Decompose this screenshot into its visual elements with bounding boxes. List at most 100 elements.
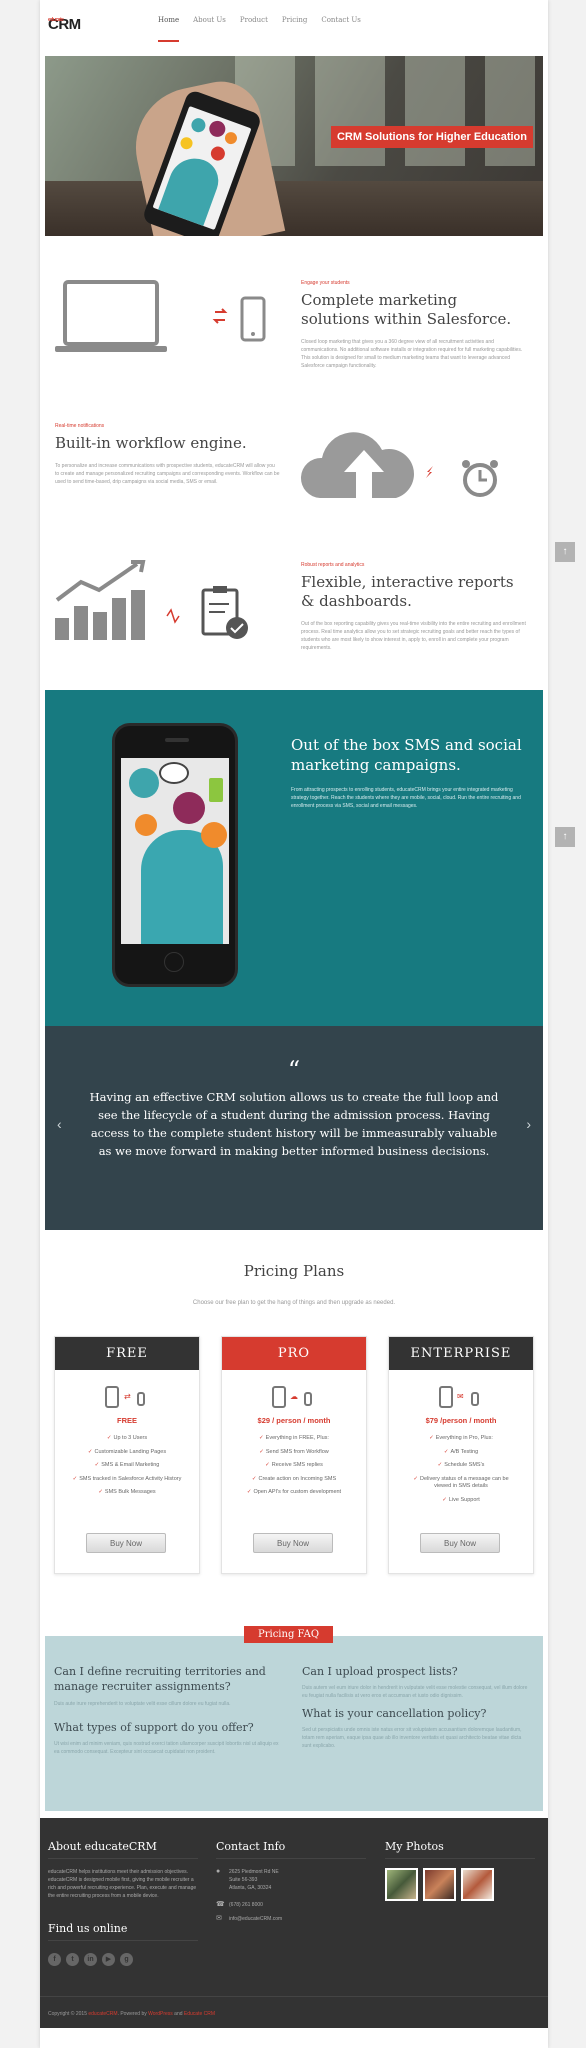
prev-arrow-icon[interactable]: ‹: [57, 1116, 62, 1132]
plan-features: ✓ Everything in Pro, Plus: ✓ A/B Testing ✓…: [389, 1432, 533, 1507]
footer-find-title: Find us online: [48, 1922, 128, 1935]
plan-feature: ✓ Open API's for custom development: [246, 1489, 342, 1495]
wordpress-link[interactable]: WordPress: [148, 2011, 173, 2017]
page: educate CRM Home About Us Product Pricing…: [40, 0, 548, 2048]
laptop-icon: [55, 280, 266, 352]
plan-feature: ✓ SMS & Email Marketing: [94, 1462, 160, 1468]
bar-chart-icon: [55, 560, 248, 640]
address-line: Atlanta, GA, 30324: [229, 1885, 272, 1891]
footer-phone: (678) 261 8000: [229, 1902, 263, 1908]
plan-feature: ✓ Live Support: [442, 1496, 480, 1503]
plan-price: $29 / person / month: [257, 1416, 331, 1425]
hero-slider: CRM Solutions for Higher Education: [45, 56, 543, 236]
feature-title: Complete marketing solutions within Sale…: [301, 291, 512, 328]
copyright: Copyright © 2015 educateCRM. Powered by …: [48, 2011, 216, 2017]
footer-email[interactable]: info@educateCRM.com: [229, 1915, 282, 1923]
devices-icon: ✉: [389, 1382, 533, 1416]
plan-feature: ✓ Create action on Incoming SMS: [251, 1475, 337, 1482]
faq-question: Can I define recruiting territories and …: [54, 1665, 266, 1693]
feature-title: Built-in workflow engine.: [55, 434, 247, 452]
address-line: Suite 56-393: [229, 1877, 258, 1883]
plan-features: ✓ Everything in FREE, Plus: ✓ Send SMS fro…: [222, 1432, 366, 1500]
plan-feature: ✓ Delivery status of a message can be vie…: [413, 1475, 509, 1490]
sms-text: From attracting prospects to enrolling s…: [291, 787, 521, 809]
feature-title: Flexible, interactive reports & dashboar…: [301, 573, 514, 610]
buy-now-button[interactable]: Buy Now: [253, 1533, 333, 1553]
plan-feature: ✓ Schedule SMS's: [437, 1462, 485, 1468]
testimonial-slider: “ Having an effective CRM solution allow…: [45, 1026, 543, 1230]
pricing-title: Pricing Plans: [243, 1262, 345, 1280]
plan-feature: ✓ SMS Bulk Messages: [98, 1489, 156, 1495]
plan-card-enterprise: ENTERPRISE ✉ $79 /person / month ✓ Everyt…: [388, 1336, 534, 1574]
twitter-icon[interactable]: t: [66, 1953, 79, 1966]
footer-photo[interactable]: [385, 1868, 418, 1901]
laptop-phone-illustration: [55, 278, 295, 358]
hero-window: [485, 56, 535, 166]
plan-feature: ✓ A/B Testing: [443, 1448, 479, 1455]
theme-link[interactable]: Educate CRM: [184, 2011, 215, 2017]
linkedin-icon[interactable]: in: [84, 1953, 97, 1966]
plan-name: ENTERPRISE: [389, 1337, 533, 1370]
plan-feature: ✓ Up to 3 Users: [106, 1435, 148, 1441]
scroll-top-arrow-icon[interactable]: ↑: [555, 827, 575, 847]
faq-answer: Duis autem vel eum iriure dolor in hendr…: [302, 1685, 528, 1699]
plan-feature: ✓ Customizable Landing Pages: [87, 1448, 167, 1455]
quote-icon: “: [287, 1056, 301, 1084]
footer-about-title: About educateCRM: [48, 1840, 157, 1853]
next-arrow-icon[interactable]: ›: [526, 1116, 531, 1132]
smartphone-image: [112, 723, 238, 987]
plan-price: FREE: [116, 1416, 137, 1425]
googleplus-icon[interactable]: g: [120, 1953, 133, 1966]
nav-contact-us[interactable]: Contact Us: [321, 16, 361, 42]
plan-card-pro: PRO ☁ $29 / person / month ✓ Everything i…: [221, 1336, 367, 1574]
address-line: 2625 Piedmont Rd NE: [229, 1869, 279, 1875]
facebook-icon[interactable]: f: [48, 1953, 61, 1966]
sms-section: Out of the box SMS and social marketing …: [45, 690, 543, 1026]
buy-now-button[interactable]: Buy Now: [420, 1533, 500, 1553]
plan-feature: ✓ SMS tracked in Salesforce Activity Hist…: [72, 1475, 182, 1482]
footer-brand-link[interactable]: educateCRM: [88, 2011, 117, 2017]
faq-answer: Sed ut perspiciatis unde omnis iste natu…: [302, 1727, 522, 1749]
feature-reports: Robust reports and analytics Flexible, i…: [301, 562, 529, 652]
feature-kicker: Robust reports and analytics: [301, 562, 365, 568]
faq-question: What is your cancellation policy?: [302, 1707, 487, 1720]
feature-text: Out of the box reporting capability give…: [301, 621, 526, 651]
plan-price: $79 /person / month: [425, 1416, 497, 1425]
youtube-icon[interactable]: ▶: [102, 1953, 115, 1966]
email-icon: ✉: [216, 1915, 222, 1922]
faq-question: Can I upload prospect lists?: [302, 1665, 458, 1678]
nav-about-us[interactable]: About Us: [193, 16, 226, 42]
cloud-upload-icon: [300, 432, 498, 498]
nav-product[interactable]: Product: [240, 16, 268, 42]
hero-floor: [45, 181, 543, 236]
location-icon: ●: [216, 1868, 221, 1875]
feature-kicker: Engage your students: [301, 280, 350, 286]
logo-part-educate: educate: [48, 17, 64, 23]
site-footer: About educateCRM educateCRM helps instit…: [40, 1818, 548, 2028]
plan-name: FREE: [55, 1337, 199, 1370]
footer-photos-title: My Photos: [385, 1840, 444, 1853]
feature-marketing: Engage your students Complete marketing …: [301, 280, 529, 370]
scroll-top-arrow-icon[interactable]: ↑: [555, 542, 575, 562]
feature-text: Closed loop marketing that gives you a 3…: [301, 339, 523, 369]
main-nav: Home About Us Product Pricing Contact Us: [158, 16, 361, 42]
site-logo[interactable]: educate CRM: [48, 16, 81, 33]
nav-home[interactable]: Home: [158, 16, 180, 42]
feature-workflow: Real-time notifications Built-in workflo…: [55, 423, 280, 486]
devices-icon: ☁: [222, 1382, 366, 1416]
pricing-subtitle: Choose our free plan to get the hang of …: [192, 1300, 396, 1306]
footer-photo[interactable]: [461, 1868, 494, 1901]
faq-badge: Pricing FAQ: [244, 1626, 334, 1643]
feature-kicker: Real-time notifications: [55, 423, 105, 429]
footer-photo[interactable]: [423, 1868, 456, 1901]
plan-feature: ✓ Everything in FREE, Plus:: [259, 1435, 329, 1441]
hero-window: [315, 56, 385, 166]
buy-now-button[interactable]: Buy Now: [86, 1533, 166, 1553]
testimonial-text: Having an effective CRM solution allows …: [89, 1090, 499, 1158]
nav-pricing[interactable]: Pricing: [282, 16, 307, 42]
footer-about-text: educateCRM helps institutions meet their…: [48, 1869, 197, 1899]
sms-title: Out of the box SMS and social marketing …: [291, 736, 522, 774]
hero-banner: CRM Solutions for Higher Education: [330, 126, 533, 148]
cloud-alarm-illustration: [298, 418, 538, 508]
hero-window: [405, 56, 465, 166]
